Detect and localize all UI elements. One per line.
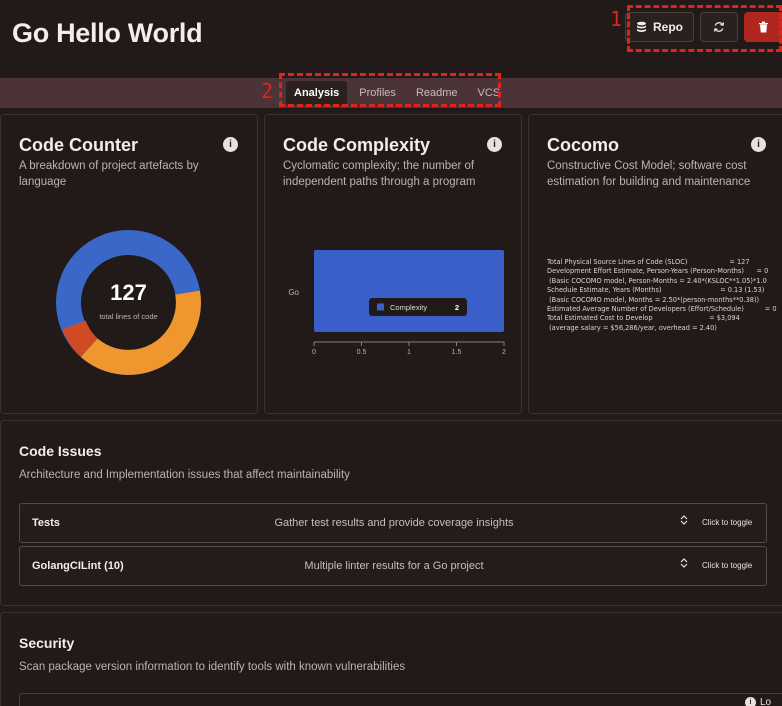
cocomo-card: Cocomo i Constructive Cost Model; softwa… xyxy=(528,114,782,414)
annotation-box-1 xyxy=(627,5,782,52)
card-title: Code Complexity xyxy=(283,135,431,155)
chart-tooltip: Complexity 2 xyxy=(369,298,467,316)
cocomo-line: (Basic COCOMO model, Person-Months = 2.4… xyxy=(547,276,767,285)
x-tick-label: 0 xyxy=(312,349,316,356)
info-icon: i xyxy=(745,697,756,706)
annotation-marker-2: 2 xyxy=(261,79,274,103)
accordion-golangcilint[interactable]: GolangCILint (10) Multiple linter result… xyxy=(19,546,767,586)
x-tick-label: 1.5 xyxy=(452,349,462,356)
card-subtitle: Cyclomatic complexity; the number of ind… xyxy=(283,160,476,188)
accordion-description: Multiple linter results for a Go project xyxy=(304,560,484,572)
cocomo-line: Development Effort Estimate, Person-Year… xyxy=(547,267,769,276)
cocomo-line: (Basic COCOMO model, Months = 2.50*(pers… xyxy=(547,295,760,304)
donut-segment-red xyxy=(62,320,99,357)
tooltip-label: Complexity xyxy=(390,303,427,312)
annotation-marker-1: 1 xyxy=(610,7,623,31)
chevron-up-down-icon xyxy=(680,557,688,572)
code-issues-card: Code Issues Architecture and Implementat… xyxy=(0,420,782,606)
section-subtitle: Architecture and Implementation issues t… xyxy=(19,469,350,481)
app-title: Go Hello World xyxy=(12,18,203,48)
security-card: Security Scan package version informatio… xyxy=(0,612,782,706)
toggle-hint: Click to toggle xyxy=(702,561,753,570)
section-subtitle: Scan package version information to iden… xyxy=(19,661,406,673)
security-results-box xyxy=(19,693,782,706)
card-subtitle: A breakdown of project artefacts by lang… xyxy=(19,160,199,188)
category-label: Go xyxy=(288,288,299,297)
code-complexity-card: Code Complexity i Cyclomatic complexity;… xyxy=(264,114,522,414)
x-tick-label: 2 xyxy=(502,349,506,356)
accordion-description: Gather test results and provide coverage… xyxy=(274,517,514,529)
security-partial-button[interactable]: i Lo xyxy=(745,697,771,706)
info-icon[interactable]: i xyxy=(223,137,238,152)
cocomo-line: Estimated Average Number of Developers (… xyxy=(547,305,777,314)
section-title: Security xyxy=(19,635,75,651)
card-subtitle: Constructive Cost Model; software cost e… xyxy=(547,160,751,188)
annotation-box-2 xyxy=(279,73,501,107)
info-icon[interactable]: i xyxy=(487,137,502,152)
cocomo-line: Total Estimated Cost to Develop = $3,094 xyxy=(547,314,740,323)
info-icon[interactable]: i xyxy=(751,137,766,152)
language-donut-chart: 127 total lines of code xyxy=(56,230,201,375)
chevron-up-down-icon xyxy=(680,514,688,529)
x-tick-label: 0.5 xyxy=(357,349,367,356)
cocomo-line: (average salary = $56,286/year, overhead… xyxy=(547,323,717,332)
bar-go xyxy=(314,250,504,332)
cocomo-output: Total Physical Source Lines of Code (SLO… xyxy=(547,258,777,333)
x-axis-ticks: 0 0.5 1 1.5 2 xyxy=(312,342,506,356)
partial-label: Lo xyxy=(760,697,772,706)
cocomo-line: Total Physical Source Lines of Code (SLO… xyxy=(547,258,750,266)
card-title: Code Counter xyxy=(19,135,138,155)
total-lines-label: total lines of code xyxy=(99,312,158,321)
x-tick-label: 1 xyxy=(407,349,411,356)
toggle-hint: Click to toggle xyxy=(702,518,753,527)
cocomo-line: Schedule Estimate, Years (Months) = 0.13… xyxy=(547,286,765,295)
section-title: Code Issues xyxy=(19,443,102,459)
card-title: Cocomo xyxy=(547,135,619,155)
tooltip-value: 2 xyxy=(455,303,459,312)
complexity-bar-chart: Go 0 0.5 1 1.5 2 Complexity 2 xyxy=(288,250,506,356)
accordion-tests[interactable]: Tests Gather test results and provide co… xyxy=(19,503,767,543)
total-lines-value: 127 xyxy=(110,280,147,305)
